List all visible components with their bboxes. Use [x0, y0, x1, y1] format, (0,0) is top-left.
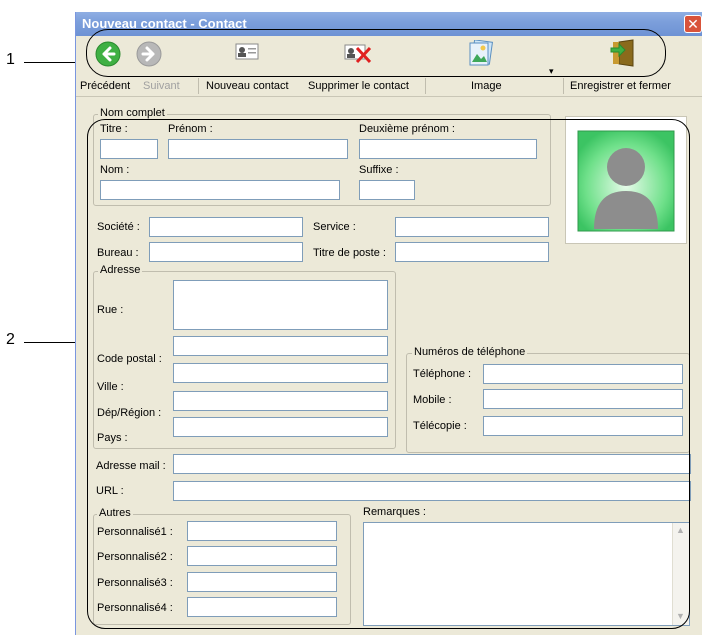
save-close-label[interactable]: Enregistrer et fermer: [570, 80, 671, 92]
callout-2: 2: [6, 331, 15, 348]
toolbar-separator: [198, 78, 199, 94]
close-button[interactable]: ✕: [684, 15, 702, 33]
callout-1: 1: [6, 51, 15, 68]
next-label[interactable]: Suivant: [143, 80, 180, 92]
image-label[interactable]: Image: [471, 80, 502, 92]
full-name-group-title: Nom complet: [98, 107, 167, 119]
new-contact-label[interactable]: Nouveau contact: [206, 80, 289, 92]
toolbar-separator: [425, 78, 426, 94]
form-highlight-frame: [87, 119, 690, 629]
callout-1-leader: [24, 62, 81, 63]
back-label[interactable]: Précédent: [80, 80, 130, 92]
toolbar-highlight-oval: [86, 29, 666, 77]
delete-contact-label[interactable]: Supprimer le contact: [308, 80, 409, 92]
contact-window: Nouveau contact - Contact ✕ ▾ Précédent …: [75, 12, 702, 635]
close-icon: ✕: [687, 16, 699, 32]
toolbar-separator: [563, 78, 564, 94]
